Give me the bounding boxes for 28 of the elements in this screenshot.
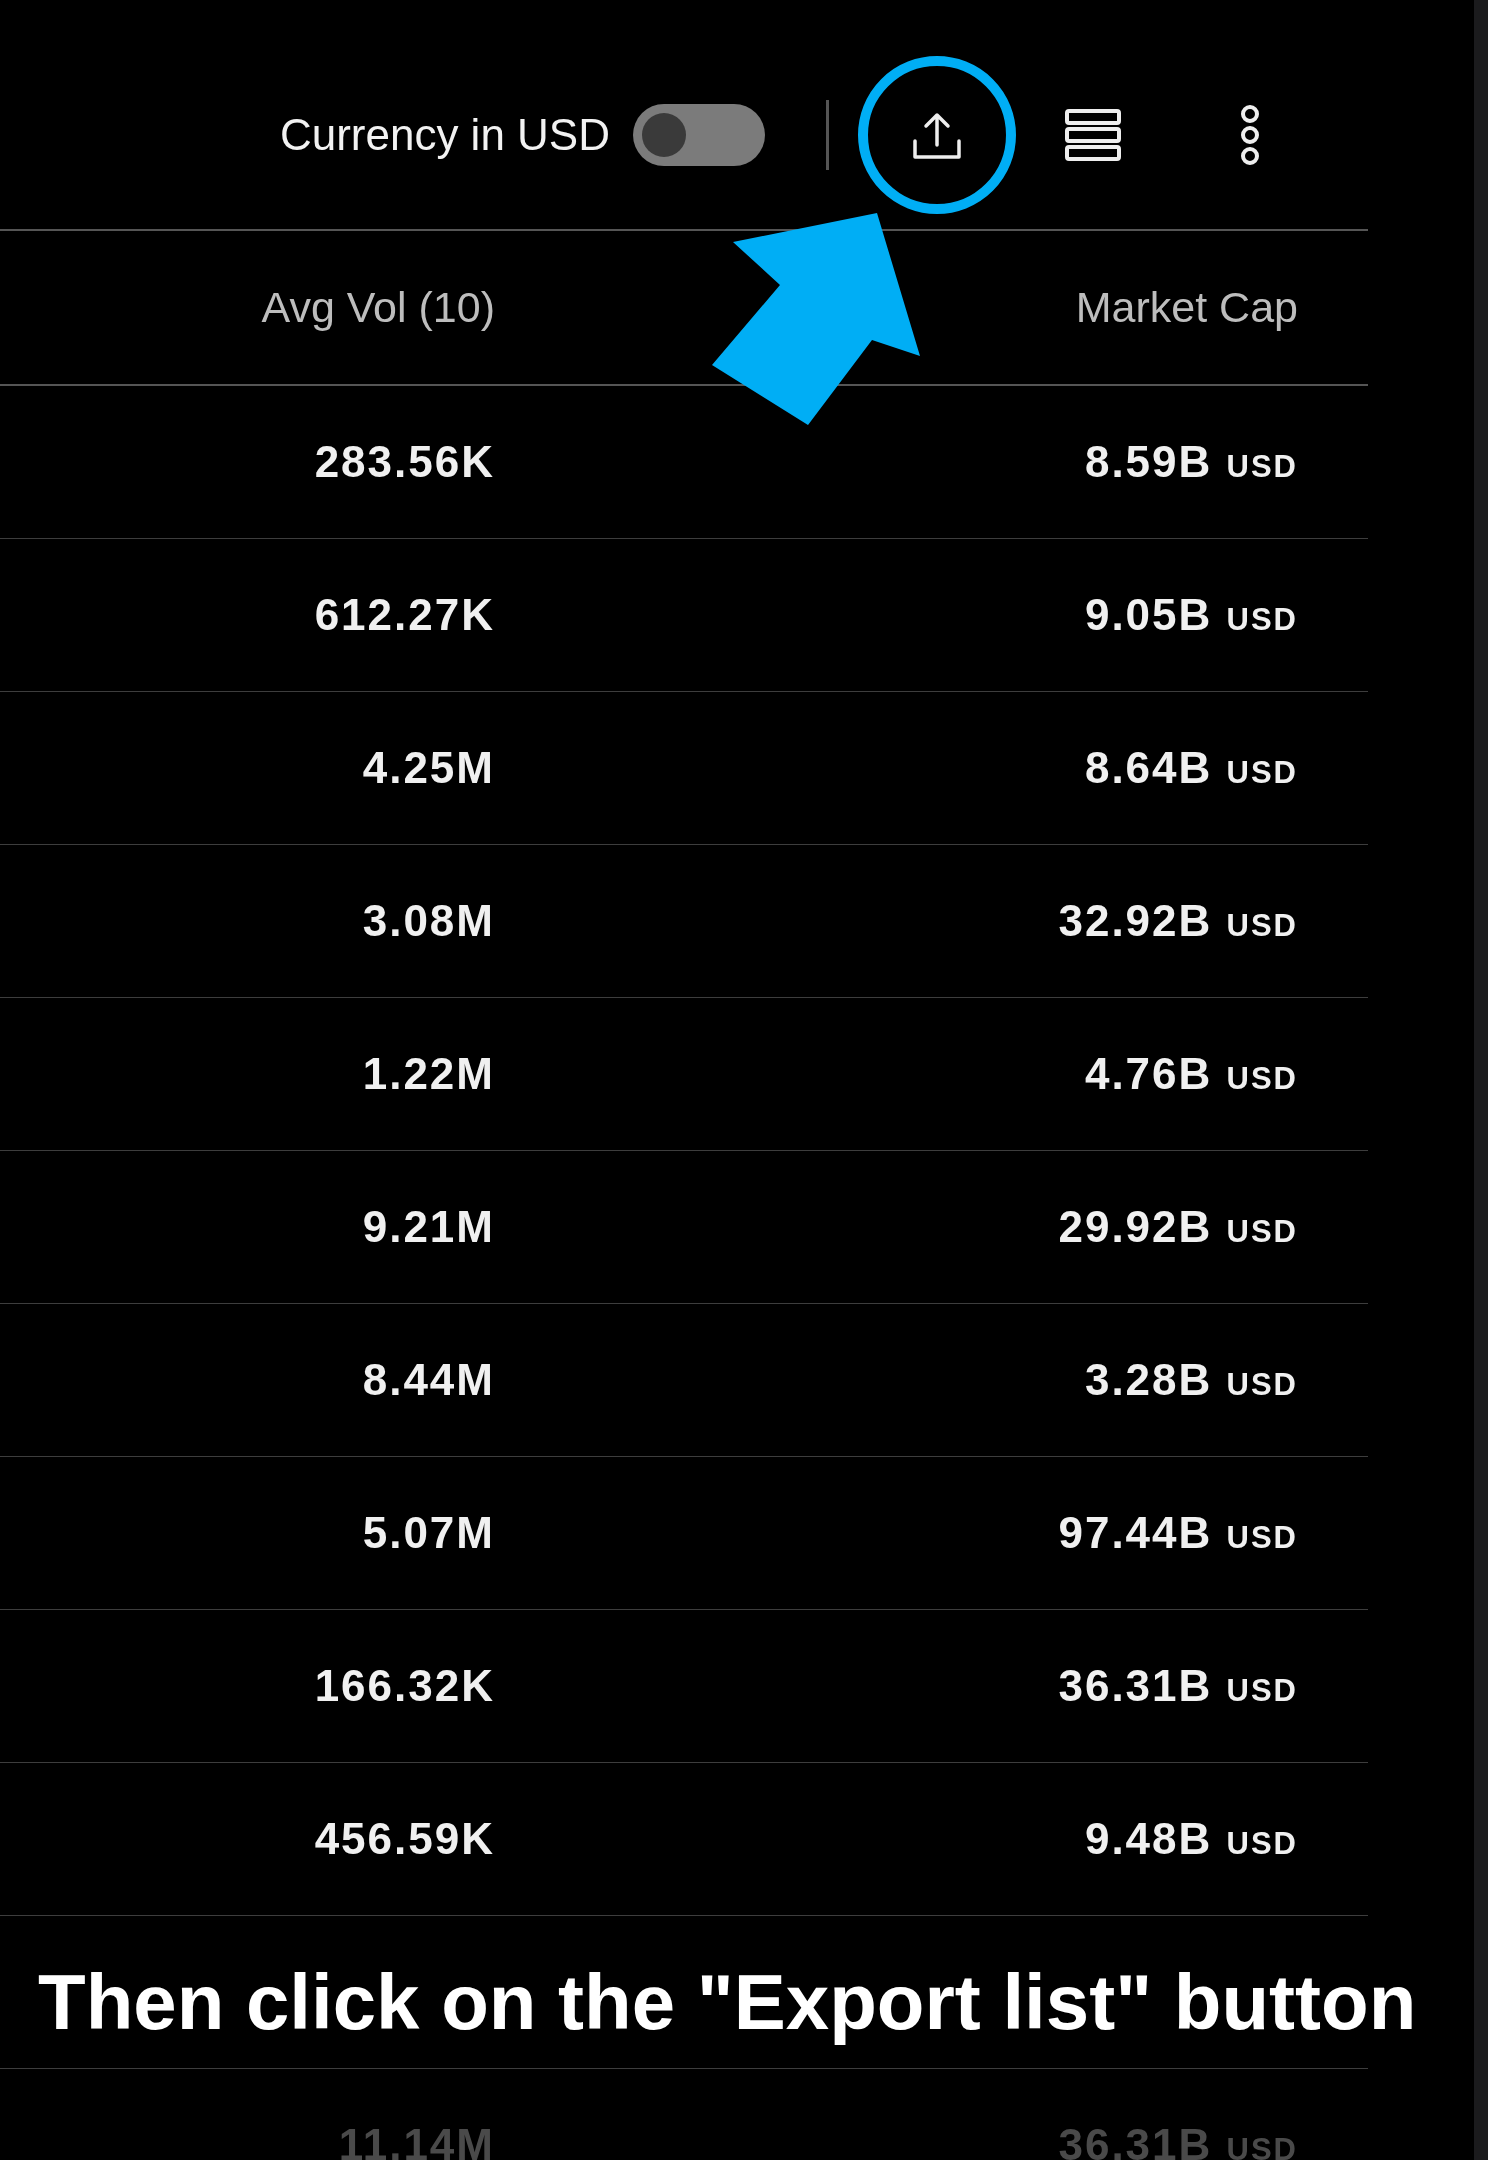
list-view-icon[interactable] bbox=[1064, 107, 1122, 162]
table-cell: 8.64B USD bbox=[1084, 743, 1298, 793]
table-cell: 9.05B USD bbox=[1084, 590, 1298, 640]
currency-label: Currency in USD bbox=[278, 109, 610, 160]
table-cell: 97.44B USD bbox=[1058, 1508, 1298, 1558]
table-cell: 166.32K bbox=[314, 1661, 495, 1711]
table-cell: 283.56K bbox=[314, 437, 495, 487]
more-icon[interactable] bbox=[1238, 103, 1262, 166]
table-cell: 36.31B USD bbox=[1058, 2120, 1298, 2160]
table-cell: 1.22M bbox=[362, 1049, 495, 1099]
table-cell: 4.25M bbox=[362, 743, 495, 793]
table-cell: 9.21M bbox=[362, 1202, 495, 1252]
table-cell: 11.14M bbox=[338, 2120, 495, 2160]
table-cell: 29.92B USD bbox=[1058, 1202, 1298, 1252]
table-cell: 456.59K bbox=[314, 1814, 495, 1864]
table-cell: 3.08M bbox=[362, 896, 495, 946]
caption-text: Then click on the "Export list" button bbox=[38, 1956, 1417, 2048]
table-cell: 5.07M bbox=[362, 1508, 495, 1558]
table-cell: 612.27K bbox=[314, 590, 495, 640]
table-cell: 4.76B USD bbox=[1084, 1049, 1298, 1099]
column-header[interactable]: Market Cap bbox=[1075, 283, 1298, 332]
table-cell: 32.92B USD bbox=[1058, 896, 1298, 946]
table-cell: 36.31B USD bbox=[1058, 1661, 1298, 1711]
column-header[interactable]: Avg Vol (10) bbox=[261, 283, 495, 332]
table-cell: 9.48B USD bbox=[1084, 1814, 1298, 1864]
table-cell: 3.28B USD bbox=[1084, 1355, 1298, 1405]
table-cell: 8.44M bbox=[362, 1355, 495, 1405]
table-cell: 8.59B USD bbox=[1084, 437, 1298, 487]
